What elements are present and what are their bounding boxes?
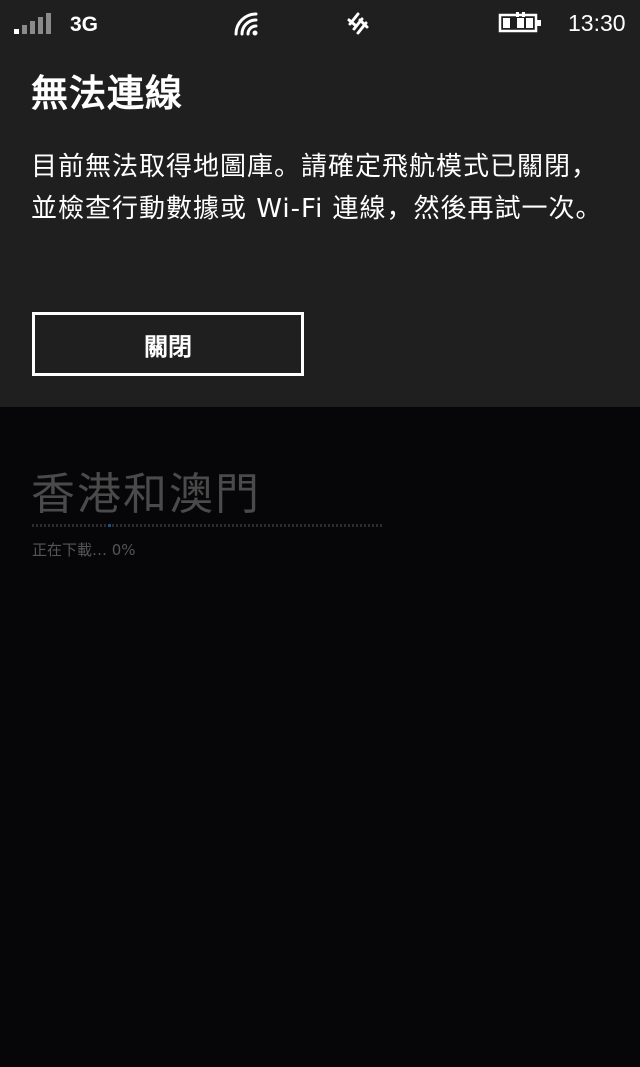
close-button[interactable]: 關閉 bbox=[32, 312, 304, 376]
download-status-text: 正在下載… 0% bbox=[32, 541, 136, 559]
dialog-message: 目前無法取得地圖庫。請確定飛航模式已關閉，並檢查行動數據或 Wi-Fi 連線，然… bbox=[31, 152, 603, 224]
region-title: 香港和澳門 bbox=[31, 469, 261, 520]
status-bar: 3G 13:30 bbox=[0, 0, 640, 46]
wifi-icon bbox=[232, 10, 262, 36]
error-dialog: 無法連線 目前無法取得地圖庫。請確定飛航模式已關閉，並檢查行動數據或 Wi-Fi… bbox=[0, 0, 640, 407]
clock: 13:30 bbox=[568, 10, 626, 36]
nfc-icon bbox=[346, 10, 370, 36]
dialog-title: 無法連線 bbox=[31, 72, 183, 115]
screen: 香港和澳門 正在下載… 0% 無法連線 目前無法取得地圖庫。請確定飛航模式已關閉… bbox=[0, 0, 640, 1067]
download-progress-bar bbox=[32, 524, 384, 527]
progress-indicator-dot bbox=[108, 524, 111, 527]
signal-strength-icon bbox=[14, 12, 54, 34]
network-type-label: 3G bbox=[70, 13, 99, 36]
battery-charging-icon bbox=[498, 11, 544, 35]
